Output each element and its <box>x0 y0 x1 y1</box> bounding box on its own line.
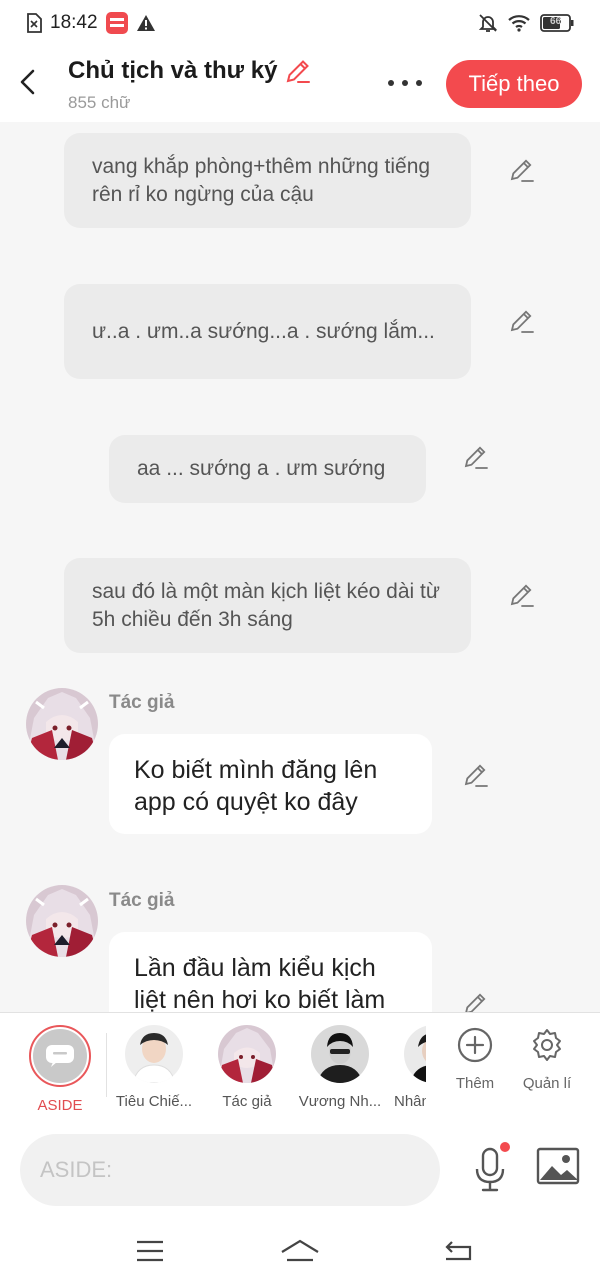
edit-message-icon[interactable] <box>508 307 536 335</box>
sim-off-icon <box>26 13 42 33</box>
edit-message-icon[interactable] <box>508 581 536 609</box>
plus-circle-icon <box>457 1027 493 1063</box>
character-label: Vương Nh... <box>298 1093 382 1110</box>
add-label: Thêm <box>455 1075 495 1092</box>
more-dot-icon <box>388 80 394 86</box>
image-icon <box>536 1147 580 1185</box>
message-text: Ko biết mình đăng lên app có quyệt ko đâ… <box>134 756 378 816</box>
character-message[interactable]: Lần đầu làm kiểu kịch liệt nên hơi ko bi… <box>109 932 432 1012</box>
word-count: 855 chữ <box>68 93 131 112</box>
microphone-icon <box>475 1147 505 1192</box>
input-area <box>0 1122 600 1218</box>
recent-apps-button[interactable] <box>130 1234 170 1268</box>
edit-message-icon[interactable] <box>508 156 536 184</box>
add-character-button[interactable]: Thêm <box>440 1027 510 1092</box>
bell-off-icon <box>478 13 498 33</box>
back-arrow-icon <box>20 69 35 95</box>
menu-icon <box>137 1240 163 1262</box>
home-icon <box>281 1239 319 1262</box>
edit-message-icon[interactable] <box>462 443 490 471</box>
title-row: Chủ tịch và thư ký <box>68 56 313 86</box>
voice-input-button[interactable] <box>466 1142 514 1198</box>
manage-button[interactable]: Quản lí <box>512 1027 582 1092</box>
aside-message[interactable]: aa ... sướng a . ưm sướng <box>109 435 426 503</box>
wifi-icon <box>508 14 530 32</box>
author-avatar[interactable] <box>26 885 98 957</box>
home-button[interactable] <box>280 1234 320 1268</box>
manage-label: Quản lí <box>522 1075 572 1092</box>
character-tieu-chien[interactable]: Tiêu Chiế... <box>112 1025 196 1110</box>
character-label: Tiêu Chiế... <box>115 1093 193 1110</box>
back-button[interactable] <box>12 64 42 100</box>
chat-bubble-icon <box>46 1045 74 1067</box>
edit-message-icon[interactable] <box>462 761 490 789</box>
notification-dot <box>500 1142 510 1152</box>
warning-icon <box>136 14 156 32</box>
message-text: Lần đầu làm kiểu kịch liệt nên hơi ko bi… <box>134 954 386 1012</box>
more-dot-icon <box>402 80 408 86</box>
chat-area[interactable]: vang khắp phòng+thêm những tiếng rên rỉ … <box>0 122 600 1012</box>
message-text: aa ... sướng a . ưm sướng <box>137 457 386 480</box>
header: Chủ tịch và thư ký 855 chữ Tiếp theo <box>0 46 600 122</box>
insert-image-button[interactable] <box>536 1146 582 1192</box>
aside-avatar <box>29 1025 91 1087</box>
character-selector: ASIDE Tiêu Chiế... Tác giả Vương Nh... N… <box>0 1012 600 1122</box>
character-vuong-nhat-bac[interactable]: Vương Nh... <box>298 1025 382 1110</box>
return-icon <box>445 1241 472 1261</box>
edit-title-icon[interactable] <box>283 56 313 86</box>
character-message[interactable]: Ko biết mình đăng lên app có quyệt ko đâ… <box>109 734 432 834</box>
mangatoon-app-icon <box>105 12 128 34</box>
message-text: sau đó là một màn kịch liệt kéo dài từ 5… <box>92 579 440 631</box>
divider <box>106 1033 107 1097</box>
next-button[interactable]: Tiếp theo <box>446 60 582 108</box>
author-name: Tác giả <box>109 692 175 713</box>
character-avatar <box>218 1025 276 1083</box>
character-nhan[interactable]: Nhân <box>390 1025 426 1110</box>
page-title: Chủ tịch và thư ký <box>68 57 278 84</box>
battery-icon: 66 <box>540 14 574 32</box>
character-label: ASIDE <box>37 1097 83 1114</box>
character-avatar <box>404 1025 426 1083</box>
status-time: 18:42 <box>50 12 98 33</box>
author-avatar[interactable] <box>26 688 98 760</box>
aside-message[interactable]: ư..a . ưm..a sướng...a . sướng lắm... <box>64 284 471 379</box>
edit-message-icon[interactable] <box>462 990 490 1012</box>
character-label: Tác giả <box>222 1093 272 1110</box>
gear-icon <box>533 1029 561 1061</box>
author-name: Tác giả <box>109 890 175 911</box>
character-avatar <box>125 1025 183 1083</box>
system-nav-bar <box>0 1218 600 1287</box>
character-avatar <box>311 1025 369 1083</box>
aside-message[interactable]: sau đó là một màn kịch liệt kéo dài từ 5… <box>64 558 471 653</box>
message-text: ư..a . ưm..a sướng...a . sướng lắm... <box>92 319 435 343</box>
back-nav-button[interactable] <box>438 1234 478 1268</box>
character-label: Nhân <box>394 1093 426 1110</box>
character-aside[interactable]: ASIDE <box>18 1025 102 1114</box>
message-text: vang khắp phòng+thêm những tiếng rên rỉ … <box>92 154 431 206</box>
message-input[interactable] <box>20 1134 440 1206</box>
battery-level: 66 <box>549 16 562 27</box>
more-dot-icon <box>416 80 422 86</box>
status-bar: 18:42 66 <box>0 0 600 46</box>
character-tac-gia[interactable]: Tác giả <box>205 1025 289 1110</box>
more-options-button[interactable] <box>384 70 426 96</box>
aside-message[interactable]: vang khắp phòng+thêm những tiếng rên rỉ … <box>64 133 471 228</box>
